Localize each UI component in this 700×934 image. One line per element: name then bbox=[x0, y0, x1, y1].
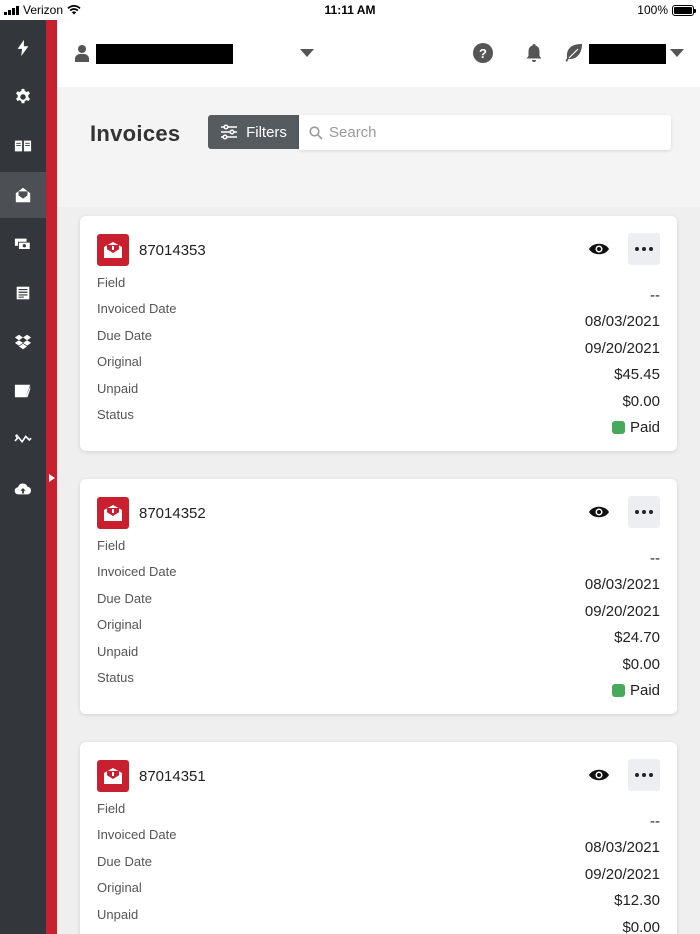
document-icon bbox=[16, 286, 30, 300]
invoiced-date-row: Invoiced Date 08/03/2021 bbox=[97, 827, 660, 856]
chevron-right-icon bbox=[48, 474, 55, 482]
sidebar-item-payments[interactable] bbox=[0, 221, 46, 267]
due-date-row: Due Date 09/20/2021 bbox=[97, 328, 660, 357]
original-row: Original $24.70 bbox=[97, 617, 660, 646]
invoice-card-header: 87014351 bbox=[97, 760, 206, 792]
sidebar-item-cloud[interactable] bbox=[0, 466, 46, 512]
location-dropdown-caret[interactable] bbox=[670, 49, 684, 57]
invoiced-date-row: Invoiced Date 08/03/2021 bbox=[97, 301, 660, 330]
sidebar-item-transactions[interactable] bbox=[0, 417, 46, 463]
more-options-button[interactable] bbox=[628, 496, 660, 528]
search-icon bbox=[309, 125, 323, 140]
more-options-button[interactable] bbox=[628, 759, 660, 791]
page-title: Invoices bbox=[90, 121, 181, 146]
account-dropdown-caret[interactable] bbox=[300, 49, 314, 57]
invoice-envelope-icon bbox=[97, 760, 129, 792]
eye-icon[interactable] bbox=[588, 242, 610, 256]
battery-info: 100% bbox=[637, 3, 696, 17]
invoice-envelope-icon bbox=[97, 497, 129, 529]
field-row: Field -- bbox=[97, 538, 660, 567]
dropbox-icon bbox=[14, 334, 32, 350]
original-row: Original $45.45 bbox=[97, 354, 660, 383]
status-badge: Paid bbox=[611, 419, 660, 436]
lightning-icon bbox=[17, 39, 29, 57]
search-input[interactable] bbox=[329, 124, 649, 141]
exchange-icon bbox=[14, 434, 32, 444]
clock: 11:11 AM bbox=[324, 3, 376, 17]
more-options-button[interactable] bbox=[628, 233, 660, 265]
payments-icon bbox=[14, 238, 31, 250]
gear-icon bbox=[16, 88, 30, 104]
leaf-icon bbox=[565, 44, 582, 62]
status-dot bbox=[611, 684, 625, 697]
invoice-envelope-icon bbox=[97, 234, 129, 266]
unpaid-row: Unpaid $0.00 bbox=[97, 381, 660, 410]
status-row: Status Paid bbox=[97, 670, 660, 699]
due-date-row: Due Date 09/20/2021 bbox=[97, 854, 660, 883]
book-icon bbox=[14, 140, 32, 152]
field-row: Field -- bbox=[97, 275, 660, 304]
status-row: Status Paid bbox=[97, 407, 660, 436]
unpaid-row: Unpaid $0.00 bbox=[97, 644, 660, 673]
user-icon bbox=[75, 45, 89, 62]
sidebar-item-settings[interactable] bbox=[0, 74, 46, 120]
battery-icon bbox=[672, 4, 696, 16]
location-name-redacted[interactable] bbox=[589, 44, 666, 64]
sidebar-item-dashboard[interactable] bbox=[0, 25, 46, 71]
sidebar-item-products[interactable] bbox=[0, 319, 46, 365]
top-header: ? bbox=[57, 20, 700, 87]
stripes-icon bbox=[14, 384, 31, 398]
invoice-card-header: 87014352 bbox=[97, 497, 206, 529]
invoice-card[interactable]: 87014352 Field -- Invoiced Date 08/03/2021… bbox=[80, 479, 677, 714]
sidebar-item-reports[interactable] bbox=[0, 368, 46, 414]
battery-percent: 100% bbox=[637, 3, 668, 17]
cloud-icon bbox=[14, 483, 32, 495]
sidebar-item-documents[interactable] bbox=[0, 270, 46, 316]
status-dot bbox=[611, 421, 625, 434]
filters-button[interactable]: Filters bbox=[208, 115, 299, 149]
filters-label: Filters bbox=[246, 123, 287, 141]
search-box[interactable] bbox=[299, 115, 671, 150]
invoice-number: 87014353 bbox=[139, 241, 206, 259]
page-header: Invoices Filters bbox=[57, 87, 700, 207]
unpaid-row: Unpaid $0.00 bbox=[97, 907, 660, 934]
status-bar: Verizon 11:11 AM 100% bbox=[0, 0, 700, 20]
sidebar-item-catalog[interactable] bbox=[0, 123, 46, 169]
original-row: Original $12.30 bbox=[97, 880, 660, 909]
invoice-envelope-icon bbox=[15, 187, 31, 203]
invoice-card-header: 87014353 bbox=[97, 234, 206, 266]
sidebar-expand-toggle[interactable] bbox=[46, 470, 57, 486]
invoice-list: 87014353 Field -- Invoiced Date 08/03/2021… bbox=[57, 207, 700, 934]
invoice-number: 87014351 bbox=[139, 767, 206, 785]
eye-icon[interactable] bbox=[588, 768, 610, 782]
invoice-number: 87014352 bbox=[139, 504, 206, 522]
due-date-row: Due Date 09/20/2021 bbox=[97, 591, 660, 620]
sliders-icon bbox=[221, 124, 238, 140]
invoiced-date-row: Invoiced Date 08/03/2021 bbox=[97, 564, 660, 593]
status-badge: Paid bbox=[611, 682, 660, 699]
account-name-redacted[interactable] bbox=[96, 44, 233, 64]
invoice-card[interactable]: 87014353 Field -- Invoiced Date 08/03/2021… bbox=[80, 216, 677, 451]
sidebar bbox=[0, 20, 46, 934]
bell-icon[interactable] bbox=[526, 43, 542, 63]
invoice-card[interactable]: 87014351 Field -- Invoiced Date 08/03/2021… bbox=[80, 742, 677, 934]
sidebar-item-invoices[interactable] bbox=[0, 172, 46, 218]
help-icon[interactable]: ? bbox=[473, 43, 493, 63]
eye-icon[interactable] bbox=[588, 505, 610, 519]
field-row: Field -- bbox=[97, 801, 660, 830]
